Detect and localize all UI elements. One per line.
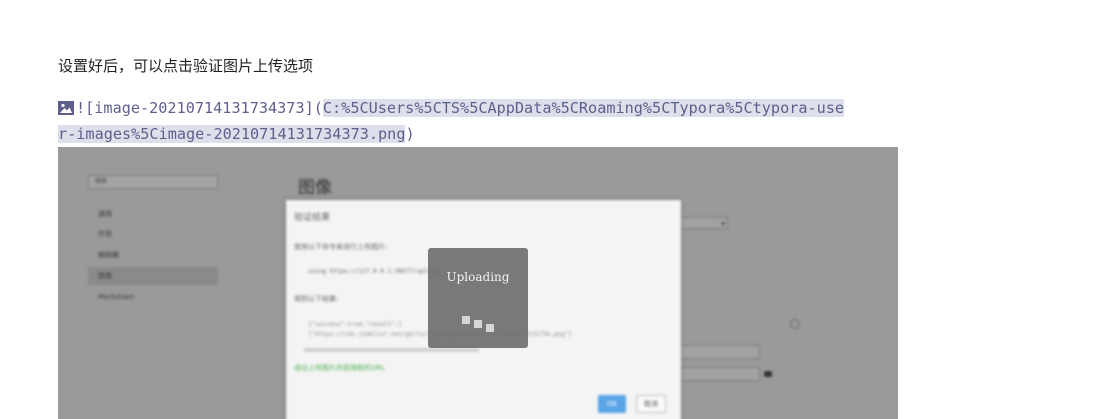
screenshot-field <box>678 367 760 381</box>
instruction-paragraph: 设置好后，可以点击验证图片上传选项 <box>58 57 314 75</box>
markdown-close-paren: ) <box>405 125 415 143</box>
dialog-cancel-button: 取消 <box>636 395 666 413</box>
screenshot-field <box>678 345 760 359</box>
dialog-text: 使用以下命令来进行上传图片: <box>294 243 388 251</box>
dialog-ok-button: OK <box>598 395 626 413</box>
markdown-path-selected-2: r-images%5Cimage-20210714131734373.png <box>58 125 406 143</box>
screenshot-page-title: 图像 <box>298 178 332 198</box>
screenshot-info-icon <box>790 319 800 329</box>
markdown-image-source-line-1[interactable]: ![image-20210714131734373](C:%5CUsers%5C… <box>58 96 900 120</box>
screenshot-nav-item: 编辑器 <box>98 251 119 259</box>
spinner-square-icon <box>486 324 494 332</box>
screenshot-select: ▾ <box>678 217 728 229</box>
dialog-success-text: 成功上传图片并获得新的URL <box>294 364 385 372</box>
markdown-alt-text: ![image-20210714131734373]( <box>76 99 323 117</box>
uploading-label: Uploading <box>446 270 510 284</box>
dialog-command: using https://127.0.0.1:36677/upload <box>308 268 439 275</box>
markdown-path-selected-1: C:%5CUsers%5CTS%5CAppData%5CRoaming%5CTy… <box>322 99 845 117</box>
dialog-title: 验证结果 <box>294 213 331 223</box>
screenshot-toggle-icon <box>764 371 772 377</box>
screenshot-nav-item: Markdown <box>98 293 135 301</box>
image-icon <box>58 101 74 115</box>
dialog-text: 得到以下结果: <box>294 295 339 303</box>
markdown-image-source-line-2[interactable]: r-images%5Cimage-20210714131734373.png) <box>58 122 900 146</box>
screenshot-search-input: 搜索 <box>88 175 218 189</box>
screenshot-nav-item-active: 图像 <box>88 267 218 285</box>
dialog-scrollbar <box>304 348 479 352</box>
screenshot-nav-item: 外观 <box>98 230 112 238</box>
spinner-square-icon <box>474 320 482 328</box>
screenshot-nav-item: 通用 <box>98 210 112 218</box>
spinner-square-icon <box>462 316 470 324</box>
uploading-overlay: Uploading <box>428 248 528 348</box>
